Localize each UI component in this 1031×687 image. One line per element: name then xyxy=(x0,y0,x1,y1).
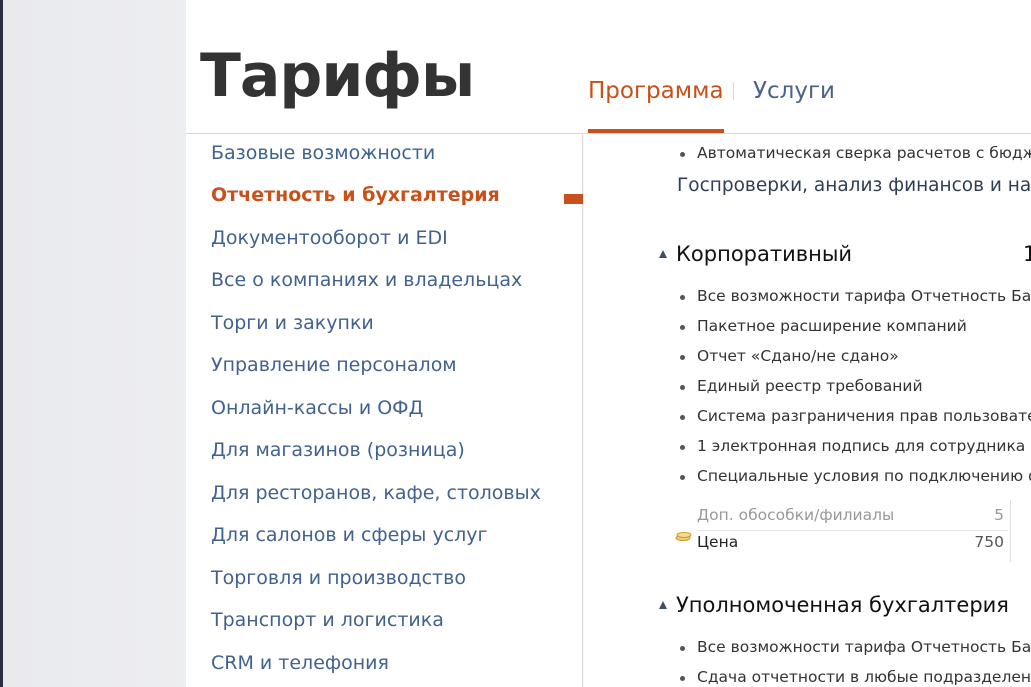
sidebar-item-trade[interactable]: Торговля и производство xyxy=(211,567,466,589)
sidebar-item-basic[interactable]: Базовые возможности xyxy=(211,142,435,164)
sidebar-nav: Базовые возможности Отчетность и бухгалт… xyxy=(186,134,583,687)
page-title: Тарифы xyxy=(200,41,475,111)
sidebar-item-cash-registers[interactable]: Онлайн-кассы и ОФД xyxy=(211,397,423,419)
tab-services[interactable]: Услуги xyxy=(753,74,835,108)
sidebar-item-transport[interactable]: Транспорт и логистика xyxy=(211,609,444,631)
tariff-content: Автоматическая сверка расчетов с бюдже Г… xyxy=(584,134,1031,687)
window-edge xyxy=(0,0,3,687)
sidebar-item-restaurants[interactable]: Для ресторанов, кафе, столовых xyxy=(211,482,541,504)
tab-program[interactable]: Программа xyxy=(588,74,724,133)
page-header: Тарифы Программа Услуги xyxy=(186,0,1031,134)
tariff-authorized-title-label: Уполномоченная бухгалтерия xyxy=(676,593,1009,617)
tab-services-label: Услуги xyxy=(753,78,836,104)
sidebar-item-crm[interactable]: CRM и телефония xyxy=(211,652,389,674)
collapse-triangle-icon xyxy=(659,601,667,609)
branches-value: 5 xyxy=(994,506,1004,524)
feature-item: Автоматическая сверка расчетов с бюдже xyxy=(679,144,1031,162)
grid-divider xyxy=(1010,500,1011,562)
feature-item: Специальные условия по подключению фи xyxy=(679,467,1031,485)
coins-icon xyxy=(675,532,692,541)
feature-item: Все возможности тарифа Отчетность Базо xyxy=(680,287,1031,305)
feature-item: Пакетное расширение компаний xyxy=(680,317,967,335)
sidebar-item-reporting[interactable]: Отчетность и бухгалтерия xyxy=(211,184,500,206)
tariff-authorized-title[interactable]: Уполномоченная бухгалтерия xyxy=(659,593,1009,617)
active-tab-indicator xyxy=(588,129,724,133)
feature-item: Отчет «Сдано/не сдано» xyxy=(680,347,899,365)
tariff-corporate-price: 1 xyxy=(1023,242,1031,266)
sidebar-item-companies[interactable]: Все о компаниях и владельцах xyxy=(211,269,522,291)
price-label: Цена xyxy=(697,533,739,551)
sidebar-item-salons[interactable]: Для салонов и сферы услуг xyxy=(211,524,488,546)
price-value: 750 xyxy=(974,533,1004,551)
feature-item: Система разграничения прав пользовател xyxy=(680,407,1031,425)
sidebar-item-retail[interactable]: Для магазинов (розница) xyxy=(211,439,465,461)
active-item-marker xyxy=(564,194,583,204)
feature-item: Сдача отчетности в любые подразделения xyxy=(679,668,1031,686)
sidebar-item-tenders[interactable]: Торги и закупки xyxy=(211,312,374,334)
tab-divider xyxy=(733,82,734,100)
sidebar-item-edi[interactable]: Документооборот и EDI xyxy=(211,227,448,249)
tariff-corporate-title-label: Корпоративный xyxy=(676,242,853,266)
tariff-corporate-title[interactable]: Корпоративный xyxy=(659,242,853,266)
tab-program-label: Программа xyxy=(588,78,724,104)
branches-label: Доп. обособки/филиалы xyxy=(697,506,895,524)
feature-item: Все возможности тарифа Отчетность Базо xyxy=(680,638,1031,656)
feature-item: 1 электронная подпись для сотрудника на xyxy=(680,437,1031,455)
subsection-heading: Госпроверки, анализ финансов и нал xyxy=(677,175,1031,196)
collapse-triangle-icon xyxy=(659,250,667,258)
feature-item: Единый реестр требований xyxy=(680,377,923,395)
sidebar-item-hr[interactable]: Управление персоналом xyxy=(211,354,457,376)
